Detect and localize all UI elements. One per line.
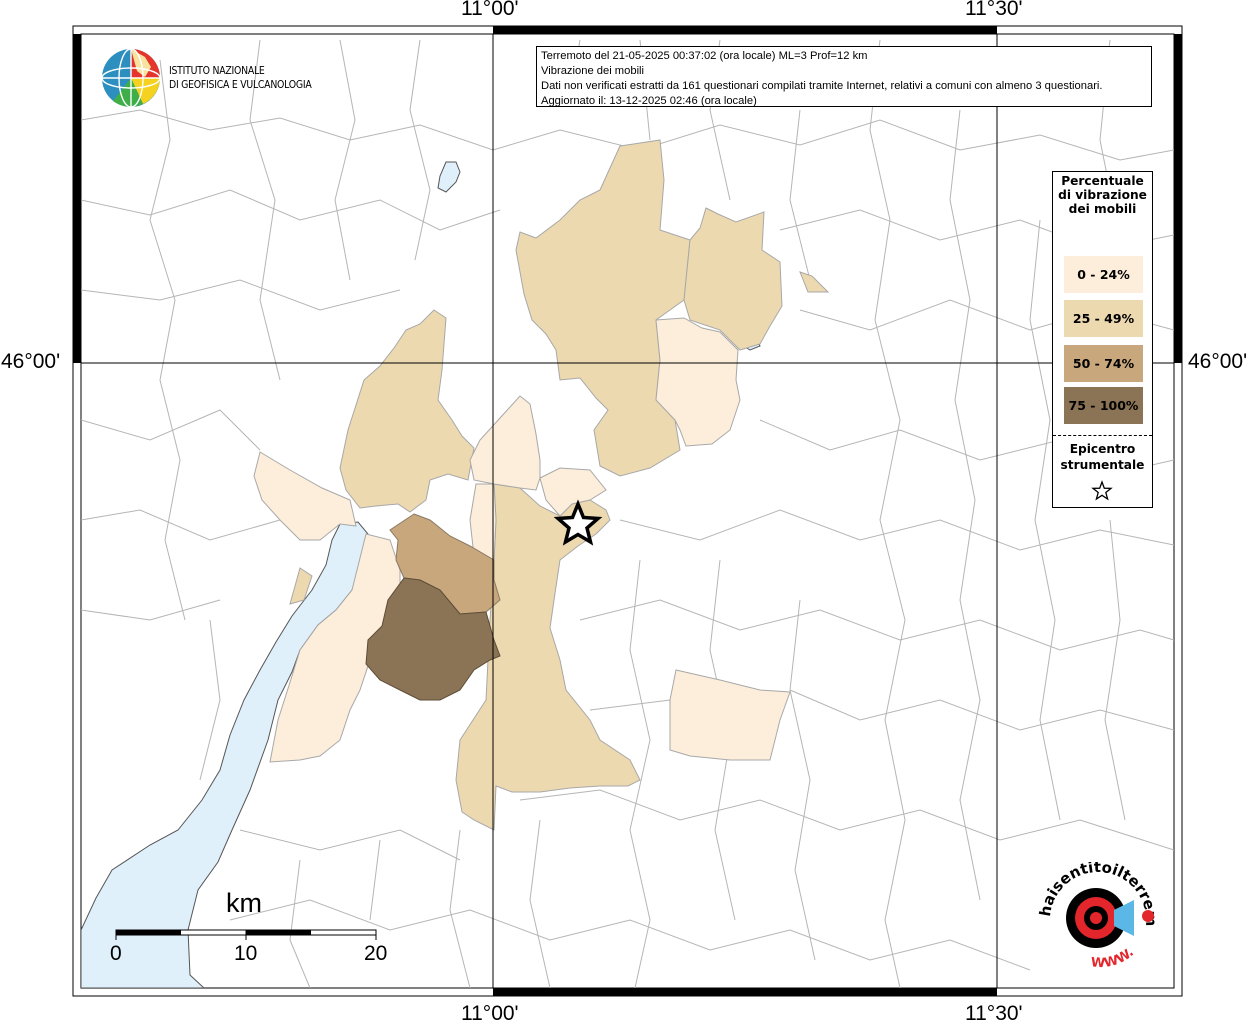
legend-star-icon [1091,480,1113,501]
legend-class-75-100: 75 - 100% [1064,387,1143,424]
info-line-updated: Aggiornato il: 13-12-2025 02:46 (ora loc… [541,95,757,107]
legend-class-0-24: 0 - 24% [1064,256,1143,293]
scale-tick-0: 0 [110,942,122,965]
legend-class-25-49: 25 - 49% [1064,300,1143,337]
frame-band-top [493,26,997,34]
legend: Percentuale di vibrazione dei mobili 0 -… [1052,171,1153,508]
scale-tick-10: 10 [234,942,258,965]
institute-name: ISTITUTO NAZIONALE DI GEOFISICA E VULCAN… [169,64,312,92]
haisentitoilterremoto-logo: haisentitoilterremoto.it WWW. [1036,862,1160,971]
scale-tick-20: 20 [364,942,388,965]
legend-epicenter-label: Epicentro strumentale [1060,442,1145,472]
frame-band-left [73,34,81,363]
ingv-logo [101,48,161,108]
info-line-data-note: Dati non verificati estratti da 161 ques… [541,80,1103,92]
scale-unit-label: km [226,888,262,918]
info-line-parameter: Vibrazione dei mobili [541,65,645,77]
legend-divider [1053,435,1152,436]
frame-band-bottom [493,988,997,996]
badge-text-bottom: WWW. [1090,945,1136,971]
institute-name-line2: DI GEOFISICA E VULCANOLOGIA [169,78,312,91]
earthquake-info-box: Terremoto del 21-05-2025 00:37:02 (ora l… [536,46,1152,107]
legend-title: Percentuale di vibrazione dei mobili [1058,174,1147,216]
info-line-event: Terremoto del 21-05-2025 00:37:02 (ora l… [541,50,868,62]
legend-class-50-74: 50 - 74% [1064,345,1143,382]
institute-name-line1: ISTITUTO NAZIONALE [169,64,265,77]
frame-band-right [1174,34,1182,363]
